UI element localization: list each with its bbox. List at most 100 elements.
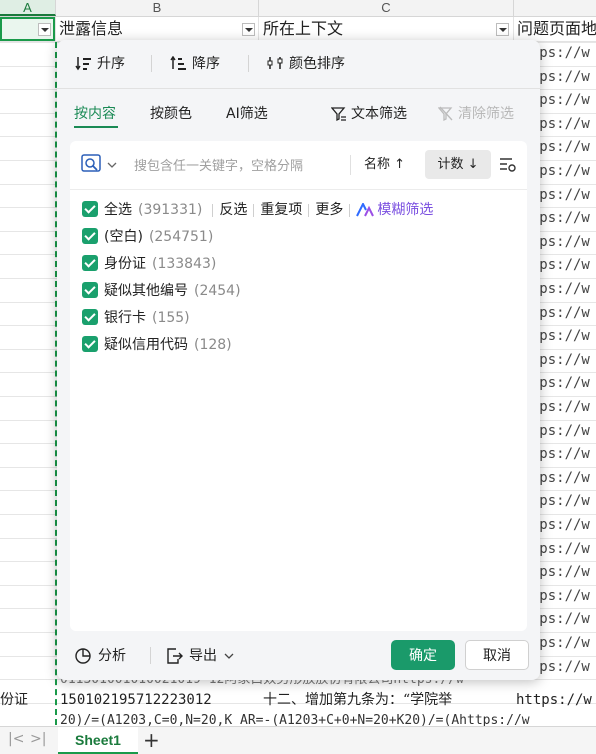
select-all-count: (391331)	[138, 202, 203, 218]
list-item[interactable]: 身份证 (133843)	[82, 253, 216, 275]
analyze-label: 分析	[98, 648, 126, 664]
header-cell-d-text: 问题页面地	[517, 19, 596, 38]
filter-popup: 升序 降序 颜色排序 按内容 按颜色 AI筛选 文本筛选 清除筛选 搜包含任一关…	[57, 40, 540, 680]
item-count: (128)	[194, 337, 232, 353]
item-label: 疑似其他编号	[104, 283, 188, 299]
divider	[308, 203, 310, 217]
clear-filter-label: 清除筛选	[458, 106, 514, 122]
duplicates-link[interactable]: 重复项	[260, 202, 302, 218]
column-a-header[interactable]: A	[0, 0, 56, 16]
list-item[interactable]: 银行卡 (155)	[82, 307, 190, 329]
chevron-down-icon[interactable]	[107, 161, 117, 169]
add-sheet-icon[interactable]: +	[143, 728, 160, 752]
more-link[interactable]: 更多	[315, 202, 343, 218]
divider	[57, 88, 540, 89]
header-cell-b-text: 泄露信息	[59, 19, 124, 38]
sort-by-name-button[interactable]: 名称 ↑	[364, 155, 405, 175]
search-row: 名称 ↑ 计数 ↓	[70, 141, 527, 190]
filter-dropdown-b-icon[interactable]	[242, 23, 255, 36]
divider	[212, 203, 214, 217]
tab-ai-filter[interactable]: AI筛选	[226, 104, 268, 124]
sort-asc-label: 升序	[97, 56, 125, 72]
header-cell-b[interactable]: 泄露信息	[56, 17, 259, 41]
invert-selection-link[interactable]: 反选	[219, 202, 247, 218]
item-label: 疑似信用代码	[104, 337, 188, 353]
divider	[349, 203, 351, 217]
clear-filter-icon	[437, 106, 453, 122]
bottom-cell-c[interactable]: 十二、增加第九条为：“学院举	[263, 688, 514, 712]
sort-color-label: 颜色排序	[289, 56, 345, 72]
search-icon[interactable]	[81, 154, 105, 176]
item-count: (254751)	[148, 229, 214, 245]
sort-by-count-button[interactable]: 计数 ↓	[425, 150, 491, 179]
divider	[253, 203, 255, 217]
cut-row: 20)/=(A1203,C=0,N=20,K AR=-(A1203+C+0+N=…	[60, 713, 530, 726]
next-sheet-icon[interactable]: >|	[30, 731, 46, 747]
item-checkbox[interactable]	[82, 336, 98, 352]
divider	[350, 155, 351, 175]
bottom-cell-a[interactable]: 份证	[0, 688, 56, 712]
sheet-tab-sheet1[interactable]: Sheet1	[58, 727, 138, 754]
pie-chart-icon	[75, 648, 91, 664]
sheet-tab-bar: |< >| Sheet1 +	[0, 726, 596, 754]
header-cell-c-text: 所在上下文	[263, 19, 344, 38]
sort-color-icon	[267, 57, 283, 69]
sort-desc-label: 降序	[192, 56, 220, 72]
filter-dropdown-a-icon[interactable]	[38, 23, 51, 36]
header-cell-c[interactable]: 所在上下文	[259, 17, 514, 41]
list-item[interactable]: 疑似信用代码 (128)	[82, 334, 232, 356]
fuzzy-filter-icon	[356, 201, 375, 217]
fuzzy-filter-link[interactable]: 模糊筛选	[377, 202, 433, 218]
sort-asc-icon	[75, 57, 91, 71]
item-label: (空白)	[104, 229, 143, 245]
list-item[interactable]: (空白) (254751)	[82, 226, 213, 248]
header-cell-d[interactable]: 问题页面地	[514, 17, 596, 41]
tab-by-color[interactable]: 按颜色	[150, 104, 192, 124]
item-checkbox[interactable]	[82, 282, 98, 298]
select-all-label[interactable]: 全选	[104, 202, 132, 218]
clear-filter-button[interactable]: 清除筛选	[437, 104, 514, 124]
bottom-cell-d[interactable]: https://w	[516, 688, 596, 712]
value-list-panel: 名称 ↑ 计数 ↓ 全选 (391331) 反选重复项更多 模糊筛选 (空白) (254…	[70, 141, 527, 631]
text-filter-label: 文本筛选	[351, 106, 407, 122]
active-tab-indicator	[74, 126, 118, 128]
select-all-checkbox[interactable]	[82, 201, 98, 217]
prev-sheet-icon[interactable]: |<	[8, 731, 24, 747]
filter-dropdown-c-icon[interactable]	[496, 23, 509, 36]
sort-desc-button[interactable]: 降序	[170, 54, 220, 74]
list-settings-icon[interactable]	[499, 156, 517, 174]
column-b-header[interactable]: B	[56, 0, 259, 16]
sort-by-count-label: 计数	[437, 157, 464, 172]
text-filter-button[interactable]: 文本筛选	[330, 104, 407, 124]
cancel-button[interactable]: 取消	[465, 640, 529, 670]
ok-button[interactable]: 确定	[391, 640, 455, 670]
item-count: (2454)	[194, 283, 241, 299]
item-checkbox[interactable]	[82, 309, 98, 325]
divider	[151, 55, 152, 72]
list-item[interactable]: 疑似其他编号 (2454)	[82, 280, 241, 302]
export-icon	[167, 648, 183, 664]
export-button[interactable]: 导出	[165, 646, 234, 666]
column-c-header[interactable]: C	[259, 0, 514, 16]
export-label: 导出	[189, 648, 217, 664]
select-all-row: 全选 (391331) 反选 重复项 更多 模糊筛选	[82, 199, 433, 221]
item-count: (133843)	[152, 256, 217, 272]
column-header-bar: A B C	[0, 0, 596, 17]
divider	[150, 647, 151, 664]
sort-asc-button[interactable]: 升序	[75, 54, 125, 74]
bottom-cell-b[interactable]: 150102195712223012	[60, 688, 259, 712]
item-checkbox[interactable]	[82, 228, 98, 244]
funnel-icon	[330, 107, 346, 122]
item-label: 银行卡	[104, 310, 146, 326]
tab-by-content[interactable]: 按内容	[74, 104, 116, 124]
divider	[248, 55, 249, 72]
chevron-down-icon	[224, 653, 234, 659]
item-checkbox[interactable]	[82, 255, 98, 271]
item-count: (155)	[152, 310, 190, 326]
analyze-button[interactable]: 分析	[74, 646, 126, 666]
sort-color-button[interactable]: 颜色排序	[267, 54, 345, 74]
sort-desc-icon	[170, 56, 186, 70]
search-input[interactable]	[132, 155, 346, 177]
sort-by-name-label: 名称	[364, 157, 391, 172]
item-label: 身份证	[104, 256, 146, 272]
